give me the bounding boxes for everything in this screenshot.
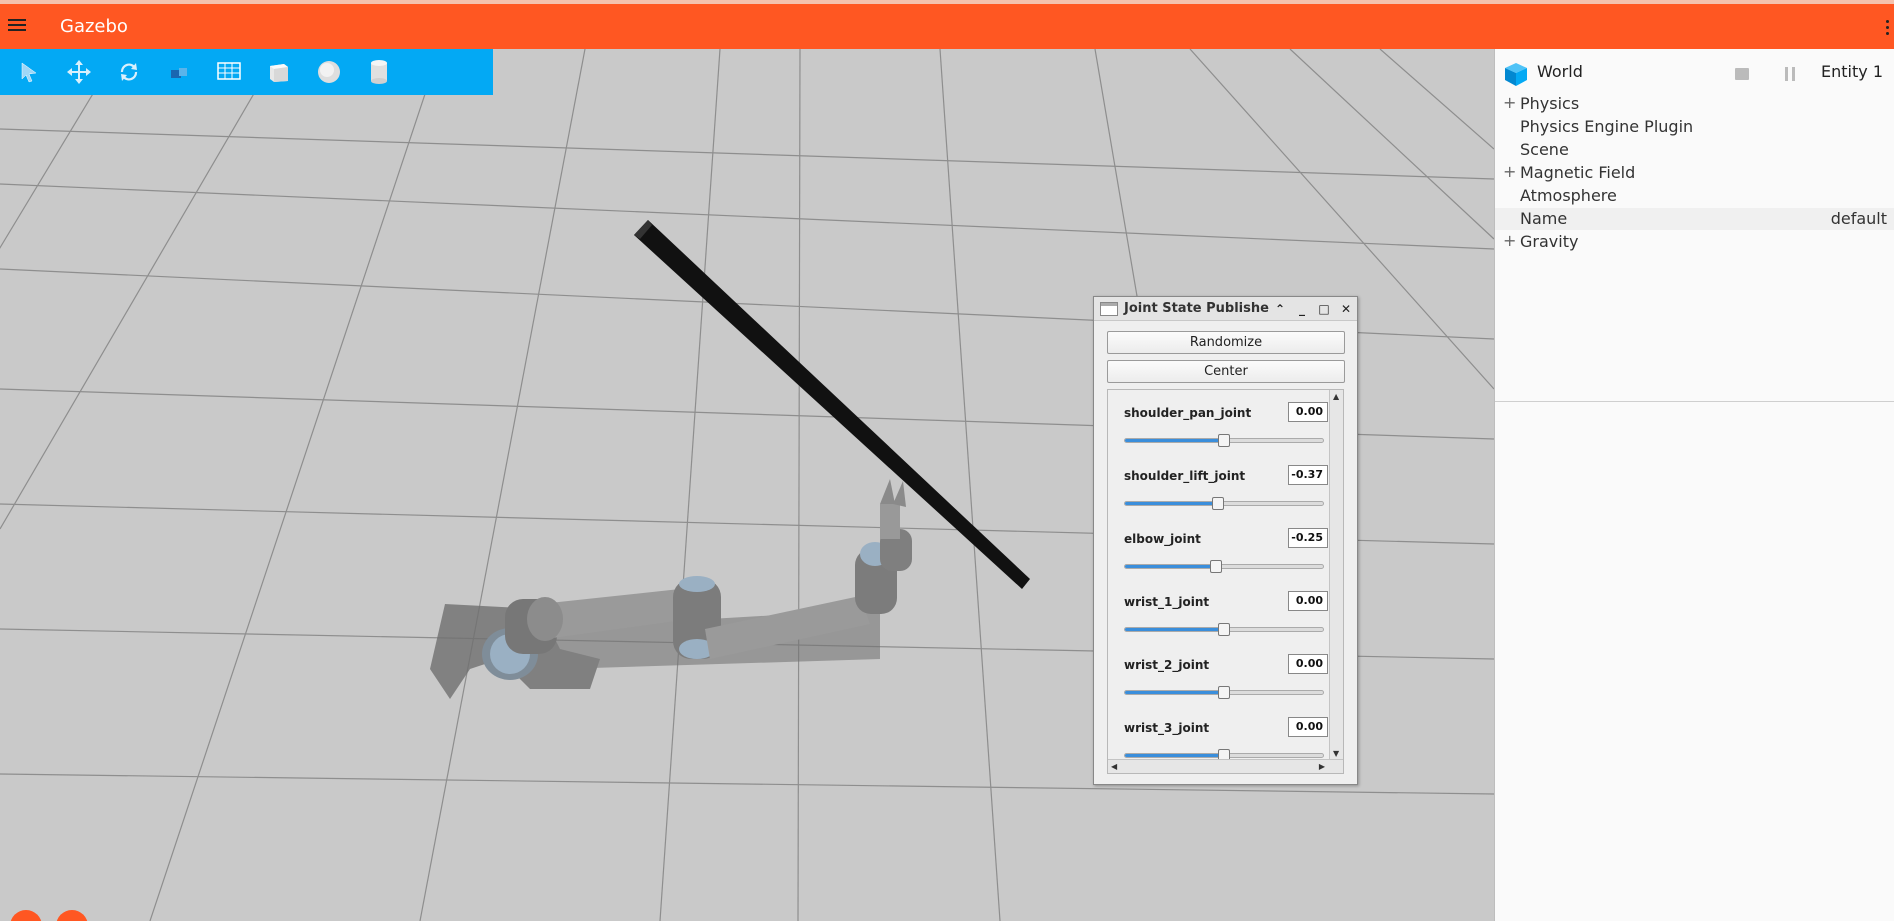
scroll-right-arrow-icon[interactable]: ▶ bbox=[1319, 762, 1325, 771]
tree-row-label: Physics Engine Plugin bbox=[1520, 117, 1694, 136]
window-icon bbox=[1100, 302, 1118, 316]
joint-row: wrist_2_joint 0.00 bbox=[1108, 642, 1330, 704]
horizontal-scrollbar[interactable]: ◀ ▶ bbox=[1108, 759, 1343, 773]
slider-fill bbox=[1125, 565, 1216, 568]
joint-name: wrist_1_joint bbox=[1124, 595, 1210, 609]
joint-row: wrist_3_joint 0.00 bbox=[1108, 705, 1330, 767]
joint-list-scroll-area[interactable]: shoulder_pan_joint 0.00 shoulder_lift_jo… bbox=[1107, 389, 1344, 774]
joint-value-input[interactable]: 0.00 bbox=[1288, 591, 1328, 611]
rotate-icon bbox=[120, 63, 138, 81]
joint-row: wrist_1_joint 0.00 bbox=[1108, 579, 1330, 641]
joint-row: shoulder_lift_joint -0.37 bbox=[1108, 453, 1330, 515]
scene-toolbar bbox=[0, 49, 493, 95]
joint-slider[interactable] bbox=[1124, 560, 1324, 573]
slider-handle[interactable] bbox=[1212, 497, 1224, 510]
tree-row-magnetic-field[interactable]: + Magnetic Field bbox=[1495, 162, 1894, 184]
world-cube-icon bbox=[1505, 63, 1527, 86]
expand-plus-icon[interactable]: + bbox=[1503, 93, 1517, 112]
joint-name: shoulder_pan_joint bbox=[1124, 406, 1252, 420]
lock-icon[interactable] bbox=[1735, 68, 1749, 80]
joint-slider[interactable] bbox=[1124, 686, 1324, 699]
inspector-header: World Entity 1 bbox=[1495, 49, 1894, 95]
scroll-down-arrow-icon[interactable]: ▼ bbox=[1333, 749, 1339, 758]
sphere-shape-button[interactable] bbox=[304, 49, 354, 95]
pause-icon[interactable] bbox=[1785, 66, 1799, 81]
joint-value-input[interactable]: 0.00 bbox=[1288, 654, 1328, 674]
slider-fill bbox=[1125, 439, 1224, 442]
more-options-icon[interactable] bbox=[1884, 18, 1890, 38]
joint-state-publisher-window: Joint State Publishe ⌃ _ □ ✕ Randomize C… bbox=[1093, 296, 1358, 785]
slider-fill bbox=[1125, 502, 1218, 505]
window-title: Joint State Publishe bbox=[1124, 301, 1269, 316]
rotate-tool-button[interactable] bbox=[104, 49, 154, 95]
hamburger-menu-icon[interactable] bbox=[6, 16, 28, 38]
cylinder-shape-button[interactable] bbox=[354, 49, 404, 95]
tree-row-atmosphere[interactable]: Atmosphere bbox=[1495, 185, 1894, 207]
inspector-title: World bbox=[1537, 62, 1583, 81]
app-title: Gazebo bbox=[60, 16, 128, 37]
move-arrows-icon bbox=[67, 60, 91, 84]
translate-tool-button[interactable] bbox=[54, 49, 104, 95]
chevron-up-icon[interactable]: ⌃ bbox=[1271, 300, 1289, 318]
tree-row-name[interactable]: Name default bbox=[1495, 208, 1894, 230]
expand-plus-icon[interactable]: + bbox=[1503, 231, 1517, 250]
minimize-icon[interactable]: _ bbox=[1293, 300, 1311, 318]
joint-value-input[interactable]: 0.00 bbox=[1288, 402, 1328, 422]
tree-row-scene[interactable]: Scene bbox=[1495, 139, 1894, 161]
joint-value-input[interactable]: -0.37 bbox=[1288, 465, 1328, 485]
joint-slider[interactable] bbox=[1124, 434, 1324, 447]
scroll-left-arrow-icon[interactable]: ◀ bbox=[1111, 762, 1117, 771]
transform-tool-button[interactable] bbox=[154, 49, 204, 95]
top-bar: Gazebo bbox=[0, 0, 1894, 49]
tree-row-label: Scene bbox=[1520, 140, 1569, 159]
arrow-pointer-icon bbox=[21, 62, 37, 83]
joint-name: shoulder_lift_joint bbox=[1124, 469, 1246, 483]
tree-row-label: Name bbox=[1520, 209, 1568, 228]
tree-row-label: Physics bbox=[1520, 94, 1580, 113]
tree-row-label: Atmosphere bbox=[1520, 186, 1617, 205]
grid-tool-button[interactable] bbox=[204, 49, 254, 95]
sphere-icon bbox=[318, 61, 340, 83]
randomize-button[interactable]: Randomize bbox=[1107, 331, 1345, 354]
snap-cube-icon bbox=[171, 68, 187, 78]
tree-row-physics[interactable]: + Physics bbox=[1495, 93, 1894, 115]
cube-icon bbox=[270, 64, 288, 82]
slider-fill bbox=[1125, 691, 1224, 694]
joint-row: elbow_joint -0.25 bbox=[1108, 516, 1330, 578]
box-shape-button[interactable] bbox=[254, 49, 304, 95]
slider-fill bbox=[1125, 628, 1224, 631]
close-icon[interactable]: ✕ bbox=[1337, 300, 1355, 318]
joint-name: elbow_joint bbox=[1124, 532, 1201, 546]
panel-divider bbox=[1495, 401, 1894, 402]
tree-row-physics-engine-plugin[interactable]: Physics Engine Plugin bbox=[1495, 116, 1894, 138]
slider-fill bbox=[1125, 754, 1224, 757]
select-tool-button[interactable] bbox=[4, 49, 54, 95]
tree-row-value: default bbox=[1830, 209, 1887, 228]
joint-value-input[interactable]: -0.25 bbox=[1288, 528, 1328, 548]
window-title-bar[interactable]: Joint State Publishe ⌃ _ □ ✕ bbox=[1094, 297, 1357, 321]
expand-plus-icon[interactable]: + bbox=[1503, 162, 1517, 181]
joint-value-input[interactable]: 0.00 bbox=[1288, 717, 1328, 737]
scroll-up-arrow-icon[interactable]: ▲ bbox=[1333, 392, 1339, 401]
tree-row-gravity[interactable]: + Gravity bbox=[1495, 231, 1894, 253]
joint-slider[interactable] bbox=[1124, 497, 1324, 510]
slider-handle[interactable] bbox=[1218, 434, 1230, 447]
joint-name: wrist_3_joint bbox=[1124, 721, 1210, 735]
vertical-scrollbar[interactable]: ▲ ▼ bbox=[1329, 390, 1343, 760]
joint-row: shoulder_pan_joint 0.00 bbox=[1108, 390, 1330, 452]
joint-slider[interactable] bbox=[1124, 623, 1324, 636]
joint-slider[interactable] bbox=[1124, 749, 1324, 762]
cylinder-icon bbox=[371, 60, 387, 84]
center-button[interactable]: Center bbox=[1107, 360, 1345, 383]
entity-label: Entity 1 bbox=[1821, 62, 1883, 81]
component-inspector-panel: World Entity 1 + Physics Physics Engine … bbox=[1494, 49, 1894, 921]
tree-row-label: Gravity bbox=[1520, 232, 1579, 251]
tree-row-label: Magnetic Field bbox=[1520, 163, 1636, 182]
maximize-icon[interactable]: □ bbox=[1315, 300, 1333, 318]
slider-handle[interactable] bbox=[1218, 686, 1230, 699]
grid-icon bbox=[217, 62, 241, 80]
slider-handle[interactable] bbox=[1210, 560, 1222, 573]
slider-handle[interactable] bbox=[1218, 623, 1230, 636]
joint-name: wrist_2_joint bbox=[1124, 658, 1210, 672]
